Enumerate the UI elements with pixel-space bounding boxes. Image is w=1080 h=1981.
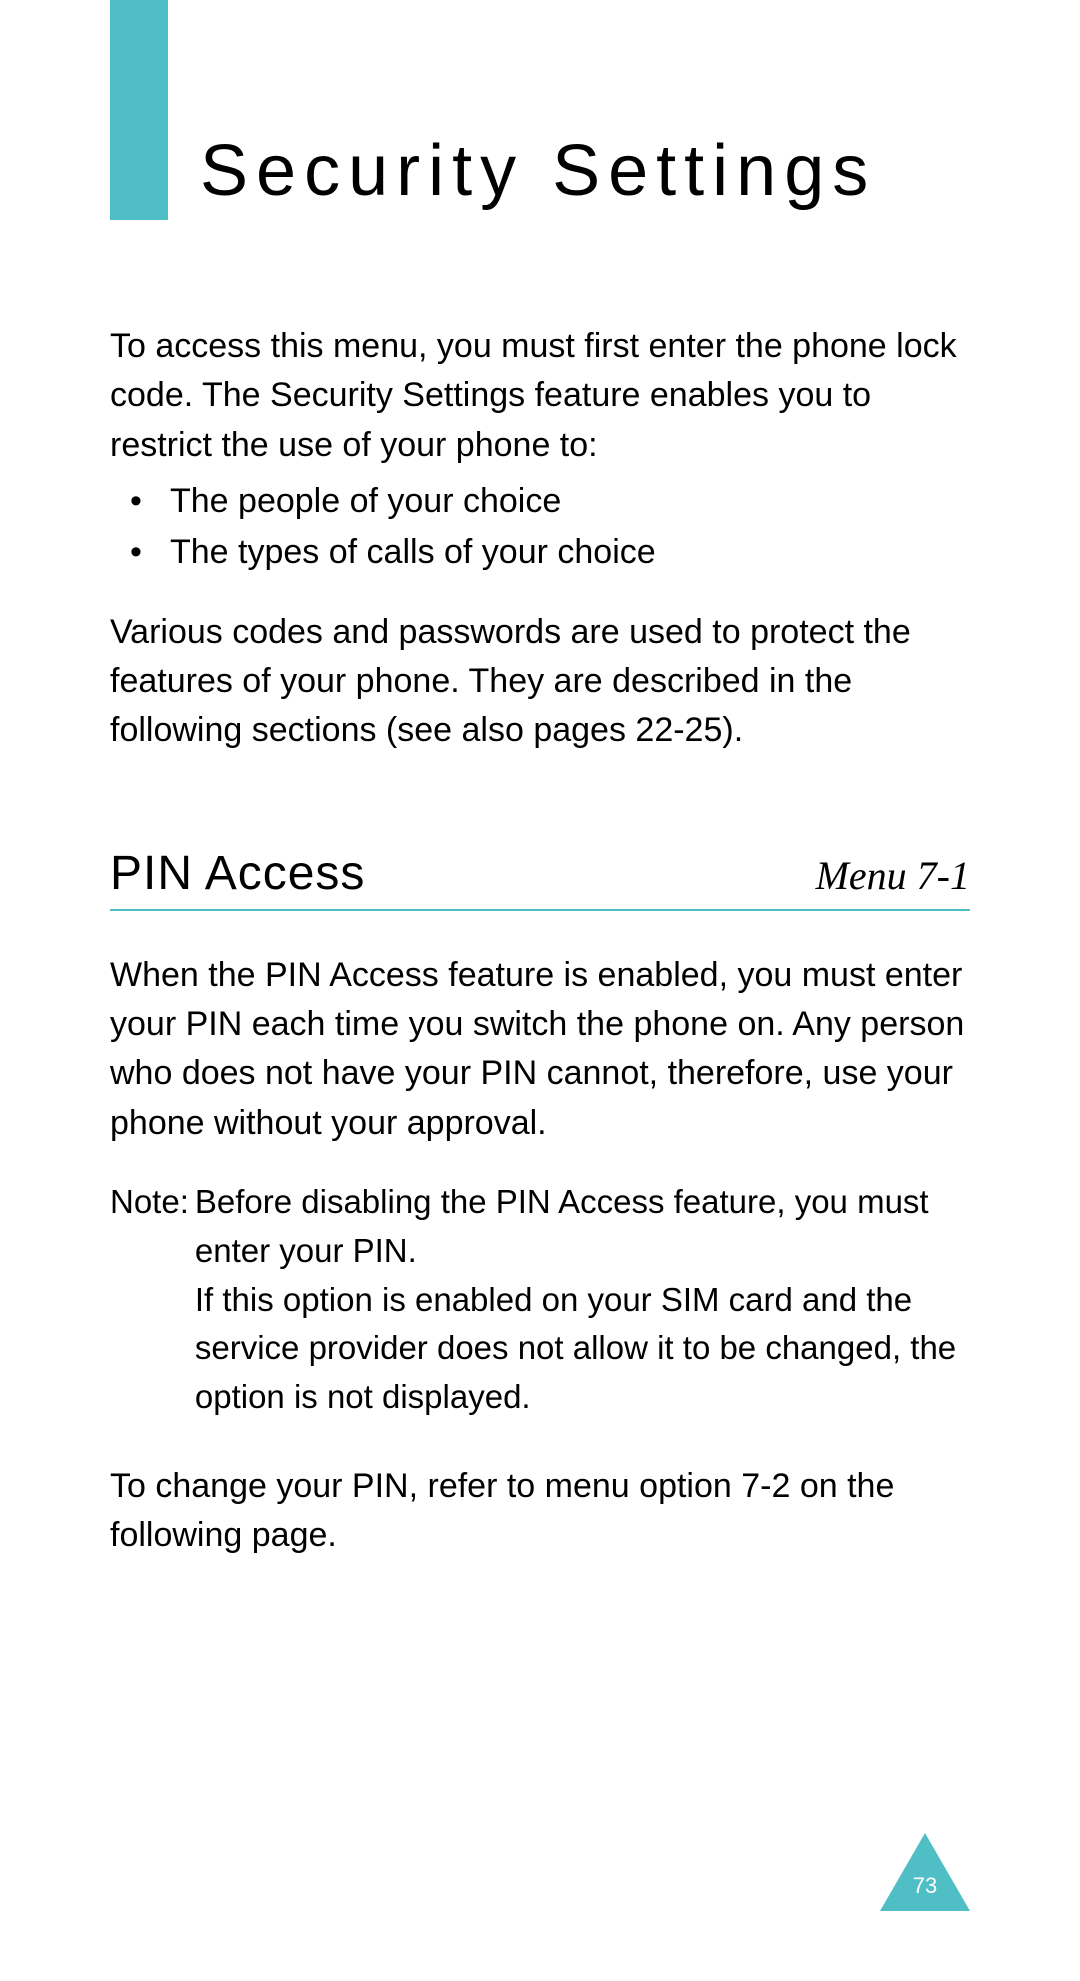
note-content: Before disabling the PIN Access feature,…	[195, 1178, 970, 1422]
note-block: Note: Before disabling the PIN Access fe…	[110, 1178, 970, 1422]
content-area: To access this menu, you must first ente…	[110, 322, 970, 1561]
header-block: Security Settings	[110, 0, 970, 212]
list-item: The people of your choice	[110, 476, 970, 527]
section-header: PIN Access Menu 7-1	[110, 846, 970, 911]
header-accent-bar	[110, 0, 168, 220]
intro-bullet-list: The people of your choice The types of c…	[110, 476, 970, 578]
page-container: Security Settings To access this menu, y…	[0, 0, 1080, 1561]
page-title: Security Settings	[110, 0, 970, 212]
list-item: The types of calls of your choice	[110, 527, 970, 578]
page-number-triangle-icon	[880, 1833, 970, 1911]
section-paragraph-1: When the PIN Access feature is enabled, …	[110, 951, 970, 1148]
section-paragraph-2: To change your PIN, refer to menu option…	[110, 1462, 970, 1561]
intro-paragraph-2: Various codes and passwords are used to …	[110, 608, 970, 756]
menu-reference: Menu 7-1	[816, 852, 970, 899]
page-number: 73	[880, 1873, 970, 1899]
section-title: PIN Access	[110, 846, 365, 901]
intro-paragraph: To access this menu, you must first ente…	[110, 322, 970, 470]
note-label: Note:	[110, 1178, 195, 1422]
